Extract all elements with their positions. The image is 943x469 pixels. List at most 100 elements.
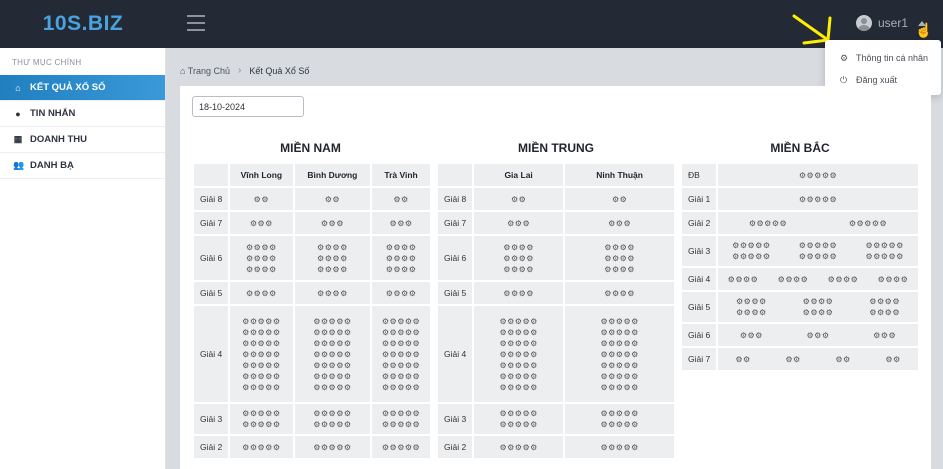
table-row: Giải 5 ⚙⚙⚙⚙ ⚙⚙⚙⚙ ⚙⚙⚙⚙ <box>194 282 430 304</box>
results-table-nam: Vĩnh Long Bình Dương Trà Vinh Giải 8 ⚙⚙ ⚙⚙ ⚙⚙ G… <box>192 162 432 460</box>
prize-number: ⚙⚙⚙⚙ <box>604 242 635 252</box>
prize-number: ⚙⚙⚙⚙⚙ <box>732 241 771 250</box>
prize-number: ⚙⚙⚙⚙⚙ <box>499 371 538 381</box>
prize-number: ⚙⚙⚙ <box>739 330 763 340</box>
username: user1 <box>878 16 909 30</box>
prize-number: ⚙⚙⚙⚙ <box>802 308 834 317</box>
date-input[interactable] <box>192 96 304 117</box>
sidebar-item-lottery-results[interactable]: ⌂ KẾT QUẢ XỔ SỐ <box>0 75 165 101</box>
prize-number: ⚙⚙⚙⚙⚙ <box>865 252 904 261</box>
table-row: Giải 2 ⚙⚙⚙⚙⚙ ⚙⚙⚙⚙⚙ <box>438 436 674 458</box>
province-header: Ninh Thuận <box>565 164 674 186</box>
prize-number: ⚙⚙⚙⚙⚙ <box>600 360 639 370</box>
prize-number: ⚙⚙⚙⚙⚙ <box>499 420 538 429</box>
prize-number: ⚙⚙⚙⚙⚙ <box>381 420 421 429</box>
table-row: Giải 2 ⚙⚙⚙⚙⚙ ⚙⚙⚙⚙⚙ <box>682 212 918 234</box>
prize-label: Giải 7 <box>682 348 716 370</box>
prize-label: Giải 5 <box>194 282 228 304</box>
prize-number: ⚙⚙⚙⚙⚙ <box>600 420 639 429</box>
prize-cell: ⚙⚙⚙⚙⚙ ⚙⚙⚙⚙⚙ ⚙⚙⚙⚙⚙ ⚙⚙⚙⚙⚙ ⚙⚙⚙⚙⚙ ⚙⚙⚙⚙⚙ ⚙⚙⚙⚙⚙ <box>372 306 430 402</box>
prize-number: ⚙⚙⚙ <box>873 330 897 340</box>
prize-number: ⚙⚙⚙⚙⚙ <box>499 442 538 452</box>
prize-cell: ⚙⚙⚙ <box>565 212 674 234</box>
prize-cell: ⚙⚙⚙⚙ <box>565 282 674 304</box>
prize-number: ⚙⚙⚙⚙⚙ <box>242 349 281 359</box>
province-header: Vĩnh Long <box>230 164 293 186</box>
prize-number: ⚙⚙⚙⚙⚙ <box>600 349 639 359</box>
table-row: ĐB ⚙⚙⚙⚙⚙ <box>682 164 918 186</box>
prize-number: ⚙⚙ <box>324 194 341 204</box>
breadcrumb-home[interactable]: ⌂ Trang Chủ <box>180 66 230 76</box>
prize-cell: ⚙⚙⚙⚙ ⚙⚙⚙⚙ ⚙⚙⚙⚙ <box>230 236 293 280</box>
prize-cell: ⚙⚙⚙ ⚙⚙⚙ ⚙⚙⚙ <box>718 324 918 346</box>
prize-number: ⚙⚙⚙⚙⚙ <box>600 409 639 418</box>
prize-number: ⚙⚙⚙ <box>806 330 830 340</box>
table-icon: ▦ <box>13 134 23 144</box>
prize-cell: ⚙⚙⚙⚙⚙ ⚙⚙⚙⚙⚙ <box>372 404 430 434</box>
table-row: Giải 1 ⚙⚙⚙⚙⚙ <box>682 188 918 210</box>
prize-label: Giải 7 <box>438 212 472 234</box>
prize-number: ⚙⚙⚙⚙⚙ <box>499 327 538 337</box>
sidebar-item-messages[interactable]: ● TIN NHẮN <box>0 101 165 127</box>
prize-label: Giải 2 <box>438 436 472 458</box>
prize-number: ⚙⚙⚙⚙⚙ <box>242 371 281 381</box>
menu-item-profile[interactable]: ⚙ Thông tin cá nhân <box>825 47 941 69</box>
prize-number: ⚙⚙⚙⚙ <box>604 288 635 298</box>
sidebar-header: THƯ MỤC CHÍNH <box>12 58 82 67</box>
prize-number: ⚙⚙⚙⚙⚙ <box>381 338 421 348</box>
table-row: Giải 3 ⚙⚙⚙⚙⚙ ⚙⚙⚙⚙⚙ ⚙⚙⚙⚙⚙ ⚙⚙⚙⚙⚙ ⚙⚙⚙⚙⚙ ⚙⚙⚙⚙⚙ <box>194 404 430 434</box>
menu-toggle-icon[interactable] <box>187 15 205 31</box>
region-title-trung: MIỀN TRUNG <box>518 141 594 155</box>
prize-number: ⚙⚙ <box>611 194 628 204</box>
sidebar-item-label: DANH BẠ <box>30 160 74 171</box>
prize-number: ⚙⚙⚙⚙⚙ <box>600 316 639 326</box>
prize-label: Giải 1 <box>682 188 716 210</box>
header-corner <box>438 164 472 186</box>
prize-number: ⚙⚙ <box>885 354 901 364</box>
prize-number: ⚙⚙⚙ <box>507 218 531 228</box>
sidebar-item-label: TIN NHẮN <box>30 108 76 119</box>
prize-number: ⚙⚙⚙⚙⚙ <box>242 382 281 392</box>
prize-number: ⚙⚙⚙ <box>608 218 632 228</box>
prize-number: ⚙⚙⚙⚙ <box>503 288 534 298</box>
prize-number: ⚙⚙⚙⚙ <box>317 242 348 252</box>
prize-number: ⚙⚙⚙⚙ <box>246 253 277 263</box>
prize-number: ⚙⚙⚙⚙⚙ <box>381 382 421 392</box>
prize-number: ⚙⚙⚙⚙⚙ <box>242 442 281 452</box>
prize-number: ⚙⚙⚙⚙⚙ <box>313 349 352 359</box>
prize-number: ⚙⚙⚙⚙ <box>317 253 348 263</box>
prize-cell: ⚙⚙⚙⚙⚙ ⚙⚙⚙⚙⚙ ⚙⚙⚙⚙⚙ ⚙⚙⚙⚙⚙ ⚙⚙⚙⚙⚙ ⚙⚙⚙⚙⚙ ⚙⚙⚙⚙⚙ <box>294 306 371 402</box>
prize-label: Giải 8 <box>438 188 472 210</box>
brand-logo[interactable]: 10S.BIZ <box>0 0 166 48</box>
prize-cell: ⚙⚙⚙⚙⚙ ⚙⚙⚙⚙⚙ <box>565 404 674 434</box>
prize-cell: ⚙⚙⚙⚙⚙ <box>718 164 918 186</box>
prize-cell: ⚙⚙⚙⚙ <box>230 282 293 304</box>
prize-label: Giải 2 <box>682 212 716 234</box>
province-header: Trà Vinh <box>372 164 430 186</box>
sidebar-item-revenue[interactable]: ▦ DOANH THU <box>0 127 165 153</box>
prize-number: ⚙⚙⚙⚙⚙ <box>242 360 281 370</box>
prize-number: ⚙⚙⚙⚙⚙ <box>600 382 639 392</box>
prize-label: Giải 3 <box>438 404 472 434</box>
menu-item-label: Thông tin cá nhân <box>856 53 929 63</box>
prize-cell: ⚙⚙⚙⚙⚙ ⚙⚙⚙⚙⚙ <box>474 404 564 434</box>
avatar <box>856 15 872 31</box>
home-icon: ⌂ <box>180 65 186 76</box>
prize-number: ⚙⚙⚙⚙⚙ <box>499 349 538 359</box>
table-row: Giải 3 ⚙⚙⚙⚙⚙ ⚙⚙⚙⚙⚙ ⚙⚙⚙⚙⚙ ⚙⚙⚙⚙⚙ ⚙⚙⚙⚙⚙ ⚙⚙⚙⚙⚙ <box>682 236 918 266</box>
prize-cell: ⚙⚙⚙⚙ ⚙⚙⚙⚙ ⚙⚙⚙⚙ ⚙⚙⚙⚙ ⚙⚙⚙⚙ ⚙⚙⚙⚙ <box>718 292 918 322</box>
prize-label: Giải 2 <box>194 436 228 458</box>
prize-number: ⚙⚙⚙⚙ <box>246 242 277 252</box>
prize-label: ĐB <box>682 164 716 186</box>
table-header-row: Gia Lai Ninh Thuận <box>438 164 674 186</box>
prize-cell: ⚙⚙⚙⚙⚙ <box>372 436 430 458</box>
prize-number: ⚙⚙⚙⚙⚙ <box>313 409 352 418</box>
prize-number: ⚙⚙⚙⚙⚙ <box>242 338 281 348</box>
breadcrumb: ⌂ Trang Chủ › Kết Quả Xổ Số <box>180 65 309 76</box>
home-icon: ⌂ <box>15 82 21 93</box>
sidebar-item-contacts[interactable]: 👥 DANH BẠ <box>0 153 165 179</box>
prize-number: ⚙⚙⚙⚙⚙ <box>313 382 352 392</box>
prize-label: Giải 3 <box>682 236 716 266</box>
prize-cell: ⚙⚙⚙⚙ <box>372 282 430 304</box>
prize-cell: ⚙⚙ <box>474 188 564 210</box>
